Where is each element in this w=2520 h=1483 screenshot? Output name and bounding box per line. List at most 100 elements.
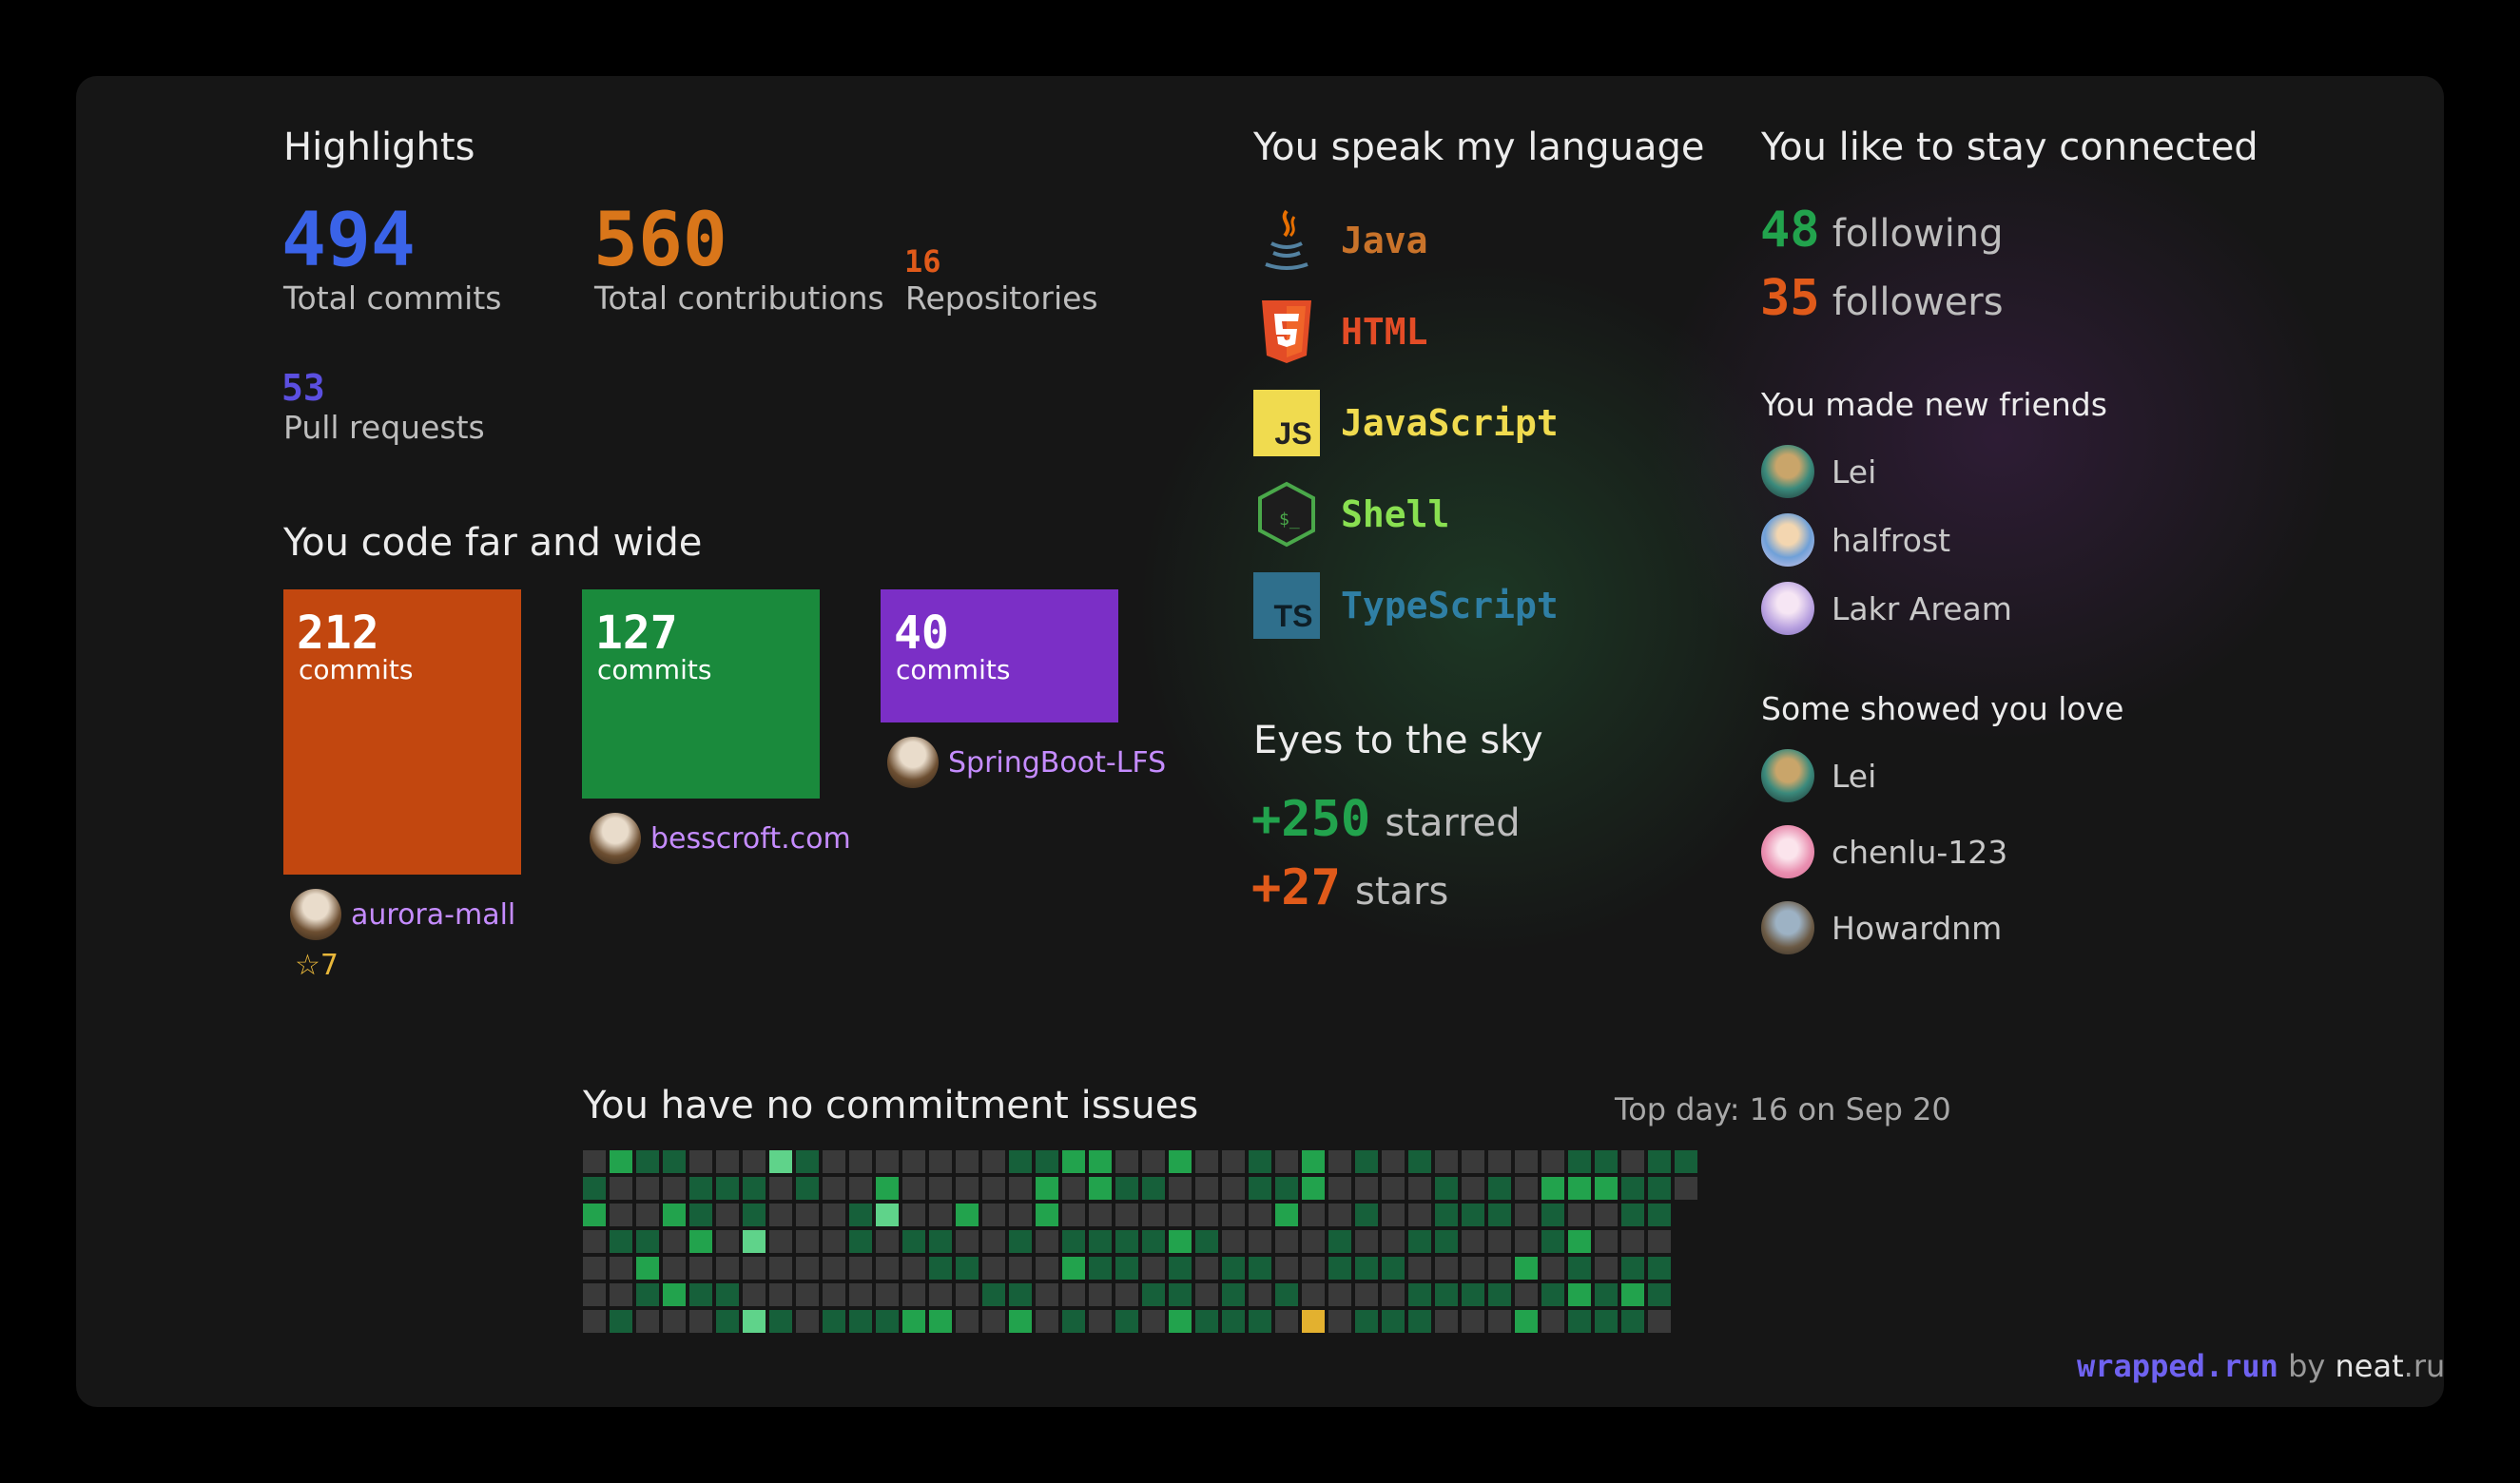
heatmap-cell	[689, 1177, 712, 1200]
total-contributions-value: 560	[593, 198, 727, 283]
heatmap-cell	[1062, 1283, 1085, 1306]
pull-requests-label: Pull requests	[283, 409, 485, 446]
heatmap-cell	[1435, 1150, 1458, 1173]
heatmap-cell	[1675, 1150, 1697, 1173]
shell-icon: $_	[1253, 481, 1320, 548]
heatmap-cell	[929, 1204, 952, 1226]
total-contributions-label: Total contributions	[594, 279, 884, 317]
heatmap-cell	[982, 1177, 1005, 1200]
heatmap-cell	[1408, 1310, 1431, 1333]
heatmap-cell	[716, 1283, 739, 1306]
friend-item[interactable]: halfrost	[1761, 513, 1950, 567]
heatmap-cell	[1062, 1230, 1085, 1253]
anime-avatar	[1761, 582, 1814, 635]
heatmap-cell	[716, 1150, 739, 1173]
heatmap-cell	[823, 1230, 845, 1253]
heatmap-cell	[1541, 1204, 1564, 1226]
heatmap-cell	[1648, 1257, 1671, 1280]
lover-item[interactable]: chenlu-123	[1761, 825, 2007, 878]
repo-tile-springboot-lfs[interactable]: 40 commits	[881, 589, 1118, 722]
repo-tile-besscroft[interactable]: 127 commits	[582, 589, 820, 799]
heatmap-cell	[1595, 1230, 1618, 1253]
stars-value: +27	[1251, 859, 1341, 916]
heatmap-cell	[956, 1204, 979, 1226]
heatmap-cell	[796, 1257, 819, 1280]
heatmap-cell	[849, 1230, 872, 1253]
heatmap-cell	[1568, 1230, 1591, 1253]
heatmap-cell	[636, 1283, 659, 1306]
lover-name: Howardnm	[1832, 909, 2003, 947]
heatmap-cell	[849, 1177, 872, 1200]
heatmap-cell	[1355, 1204, 1378, 1226]
heatmap-cell	[1515, 1257, 1538, 1280]
heatmap-cell	[1195, 1310, 1218, 1333]
heatmap-cell	[1302, 1283, 1325, 1306]
heatmap-cell	[583, 1204, 606, 1226]
lover-item[interactable]: Howardnm	[1761, 901, 2002, 954]
heatmap-cell	[769, 1150, 792, 1173]
heatmap-cell	[663, 1257, 686, 1280]
heatmap-cell	[663, 1204, 686, 1226]
stars-label: stars	[1355, 870, 1449, 914]
heatmap-cell	[849, 1257, 872, 1280]
footer-credit[interactable]: wrapped.run by neat.run	[2077, 1348, 2444, 1384]
heatmap-cell	[1195, 1230, 1218, 1253]
heatmap-cell	[1249, 1204, 1271, 1226]
heatmap-cell	[1222, 1310, 1245, 1333]
heatmap-cell	[1541, 1257, 1564, 1280]
heatmap-cell	[1036, 1310, 1058, 1333]
heatmap-cell	[849, 1150, 872, 1173]
heatmap-cell	[823, 1204, 845, 1226]
heatmap-cell	[1222, 1283, 1245, 1306]
heatmap-cell	[1302, 1204, 1325, 1226]
heatmap-cell	[1408, 1283, 1431, 1306]
heatmap-cell	[876, 1310, 899, 1333]
heatmap-cell	[796, 1283, 819, 1306]
heatmap-cell	[876, 1204, 899, 1226]
octocat-avatar	[1761, 445, 1814, 498]
heatmap-cell	[1142, 1204, 1165, 1226]
heatmap-cell	[982, 1204, 1005, 1226]
heatmap-cell	[716, 1204, 739, 1226]
heatmap-cell	[1462, 1204, 1484, 1226]
heatmap-cell	[929, 1257, 952, 1280]
heatmap-cell	[1142, 1177, 1165, 1200]
lover-item[interactable]: Lei	[1761, 749, 1876, 802]
heatmap-cell	[876, 1257, 899, 1280]
repo-link-aurora-mall[interactable]: aurora-mall	[290, 889, 515, 940]
heatmap-cell	[689, 1230, 712, 1253]
repo-commits-count: 212	[297, 607, 379, 660]
heatmap-cell	[663, 1230, 686, 1253]
heatmap-cell	[1648, 1283, 1671, 1306]
repo-stars: ☆7	[295, 949, 339, 982]
heatmap-cell	[1195, 1204, 1218, 1226]
following-label: following	[1832, 212, 2004, 256]
heatmap-cell	[663, 1310, 686, 1333]
heatmap-cell	[1142, 1230, 1165, 1253]
repo-tile-aurora-mall[interactable]: 212 commits	[283, 589, 521, 875]
heatmap-cell	[1302, 1257, 1325, 1280]
heatmap-cell	[1222, 1230, 1245, 1253]
followers-stat: 35 followers	[1760, 270, 2004, 327]
repo-link-springboot-lfs[interactable]: SpringBoot-LFS	[887, 737, 1166, 788]
heatmap-cell	[1249, 1177, 1271, 1200]
followers-label: followers	[1832, 280, 2004, 324]
friend-item[interactable]: Lakr Aream	[1761, 582, 2012, 635]
heatmap-cell	[1009, 1177, 1032, 1200]
heatmap-cell	[1169, 1177, 1192, 1200]
heatmap-cell	[1328, 1257, 1351, 1280]
heatmap-cell	[743, 1283, 766, 1306]
language-name: Shell	[1341, 493, 1450, 535]
heatmap-cell	[689, 1204, 712, 1226]
repo-link-besscroft[interactable]: besscroft.com	[590, 813, 851, 864]
photo-avatar	[1761, 901, 1814, 954]
highlights-title: Highlights	[283, 125, 475, 169]
heatmap-cell	[876, 1230, 899, 1253]
heatmap-cell	[769, 1204, 792, 1226]
heatmap-cell	[1328, 1150, 1351, 1173]
heatmap-cell	[1408, 1230, 1431, 1253]
heatmap-cell	[583, 1283, 606, 1306]
heatmap-cell	[743, 1204, 766, 1226]
friend-item[interactable]: Lei	[1761, 445, 1876, 498]
heatmap-cell	[1515, 1177, 1538, 1200]
